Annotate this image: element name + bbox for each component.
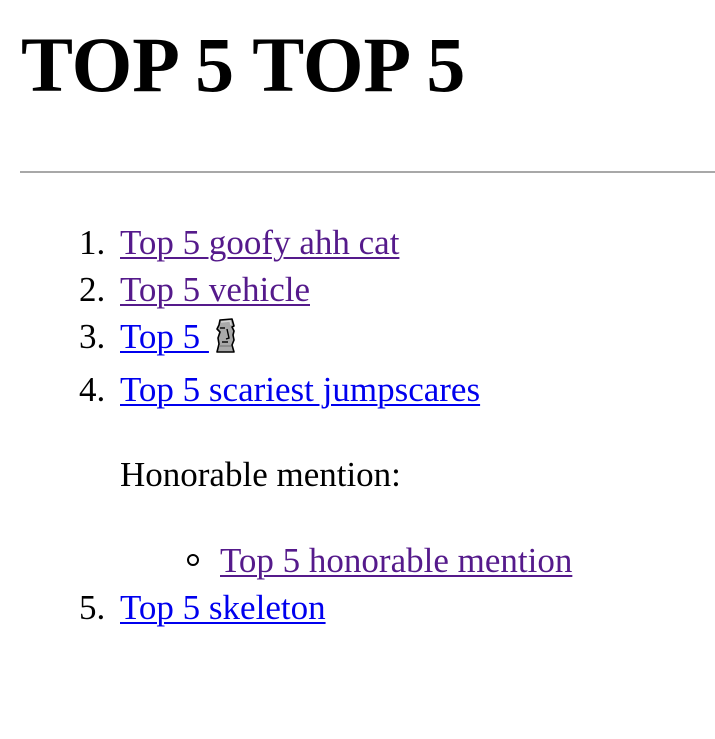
link-top-5-moai[interactable]: Top 5 [120, 317, 239, 356]
list-item: 5. Top 5 skeleton [0, 584, 572, 631]
honorable-mention-list: Top 5 honorable mention [120, 537, 572, 584]
moai-icon [213, 318, 239, 366]
link-top-5-honorable-mention[interactable]: Top 5 honorable mention [220, 541, 572, 580]
list-marker: 3. [79, 317, 106, 356]
list-marker: 4. [79, 370, 106, 409]
list-item: 1. Top 5 goofy ahh cat [0, 219, 572, 266]
honorable-mention-heading: Honorable mention: [120, 455, 401, 494]
link-top-5-scariest-jumpscares[interactable]: Top 5 scariest jumpscares [120, 370, 480, 409]
list-marker: 1. [79, 223, 106, 262]
link-label: Top 5 [120, 317, 209, 356]
divider [20, 171, 715, 173]
list-item: 3. Top 5 [0, 313, 572, 366]
list-marker: 5. [79, 588, 106, 627]
page-title: TOP 5 TOP 5 [21, 21, 466, 108]
list-item: 4. Top 5 scariest jumpscares Honorable m… [0, 366, 572, 584]
link-top-5-goofy-ahh-cat[interactable]: Top 5 goofy ahh cat [120, 223, 399, 262]
list-item: 2. Top 5 vehicle [0, 266, 572, 313]
bullet-circle-icon [187, 554, 199, 566]
link-top-5-skeleton[interactable]: Top 5 skeleton [120, 588, 326, 627]
list-item: Top 5 honorable mention [120, 537, 572, 584]
list-marker: 2. [79, 270, 106, 309]
link-top-5-vehicle[interactable]: Top 5 vehicle [120, 270, 310, 309]
top-five-list: 1. Top 5 goofy ahh cat 2. Top 5 vehicle … [0, 219, 572, 631]
